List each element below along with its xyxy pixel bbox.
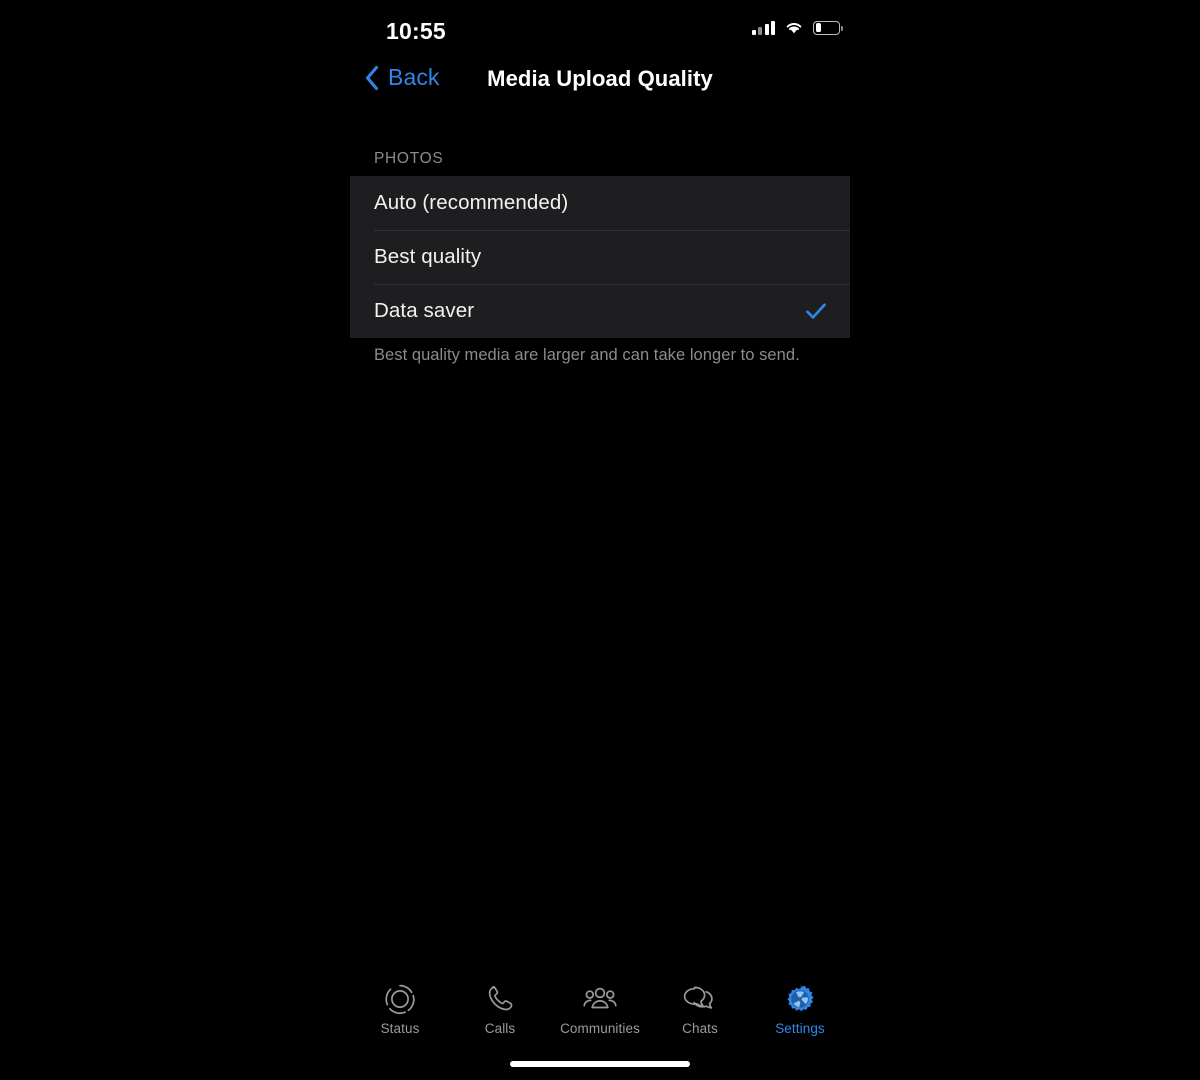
list-item-auto[interactable]: Auto (recommended): [350, 176, 850, 230]
list-item-label: Best quality: [374, 245, 482, 268]
tab-communities[interactable]: Communities: [550, 982, 650, 1036]
tab-settings[interactable]: Settings: [750, 982, 850, 1036]
gear-icon: [784, 982, 816, 1016]
status-ring-icon: [384, 982, 416, 1016]
cellular-signal-icon: [751, 20, 775, 35]
list-item-data-saver[interactable]: Data saver: [350, 284, 850, 338]
tab-chats[interactable]: Chats: [650, 982, 750, 1036]
section-header-photos: PHOTOS: [374, 150, 444, 167]
phone-screen: 10:55 Back Media Upload Quality PHOTOS A…: [0, 0, 1200, 1080]
status-bar-indicators: [751, 20, 843, 35]
checkmark-icon: [806, 303, 826, 319]
communities-people-icon: [582, 982, 618, 1016]
tab-label: Calls: [484, 1021, 516, 1036]
wifi-icon: [786, 23, 802, 34]
battery-low-icon: [813, 20, 843, 35]
tab-label: Chats: [682, 1021, 718, 1036]
footer-description: Best quality media are larger and can ta…: [374, 346, 800, 364]
tab-label: Communities: [560, 1021, 640, 1036]
tab-calls[interactable]: Calls: [450, 982, 550, 1036]
tab-bar: Status Calls Communities Chats Settings: [0, 982, 1200, 1036]
status-bar: 10:55: [0, 0, 1200, 52]
tab-label: Status: [380, 1021, 420, 1036]
list-item-label: Auto (recommended): [374, 191, 569, 214]
tab-label: Settings: [775, 1021, 825, 1036]
tab-status[interactable]: Status: [350, 982, 450, 1036]
page-title: Media Upload Quality: [487, 66, 713, 91]
navigation-bar: Back Media Upload Quality: [0, 62, 1200, 110]
chat-bubbles-icon: [683, 982, 717, 1016]
list-item-label: Data saver: [374, 299, 475, 322]
list-item-best-quality[interactable]: Best quality: [350, 230, 850, 284]
home-indicator[interactable]: [510, 1061, 690, 1067]
phone-icon: [485, 982, 515, 1016]
media-quality-option-list: Auto (recommended) Best quality Data sav…: [350, 176, 850, 338]
status-bar-time: 10:55: [386, 18, 446, 44]
